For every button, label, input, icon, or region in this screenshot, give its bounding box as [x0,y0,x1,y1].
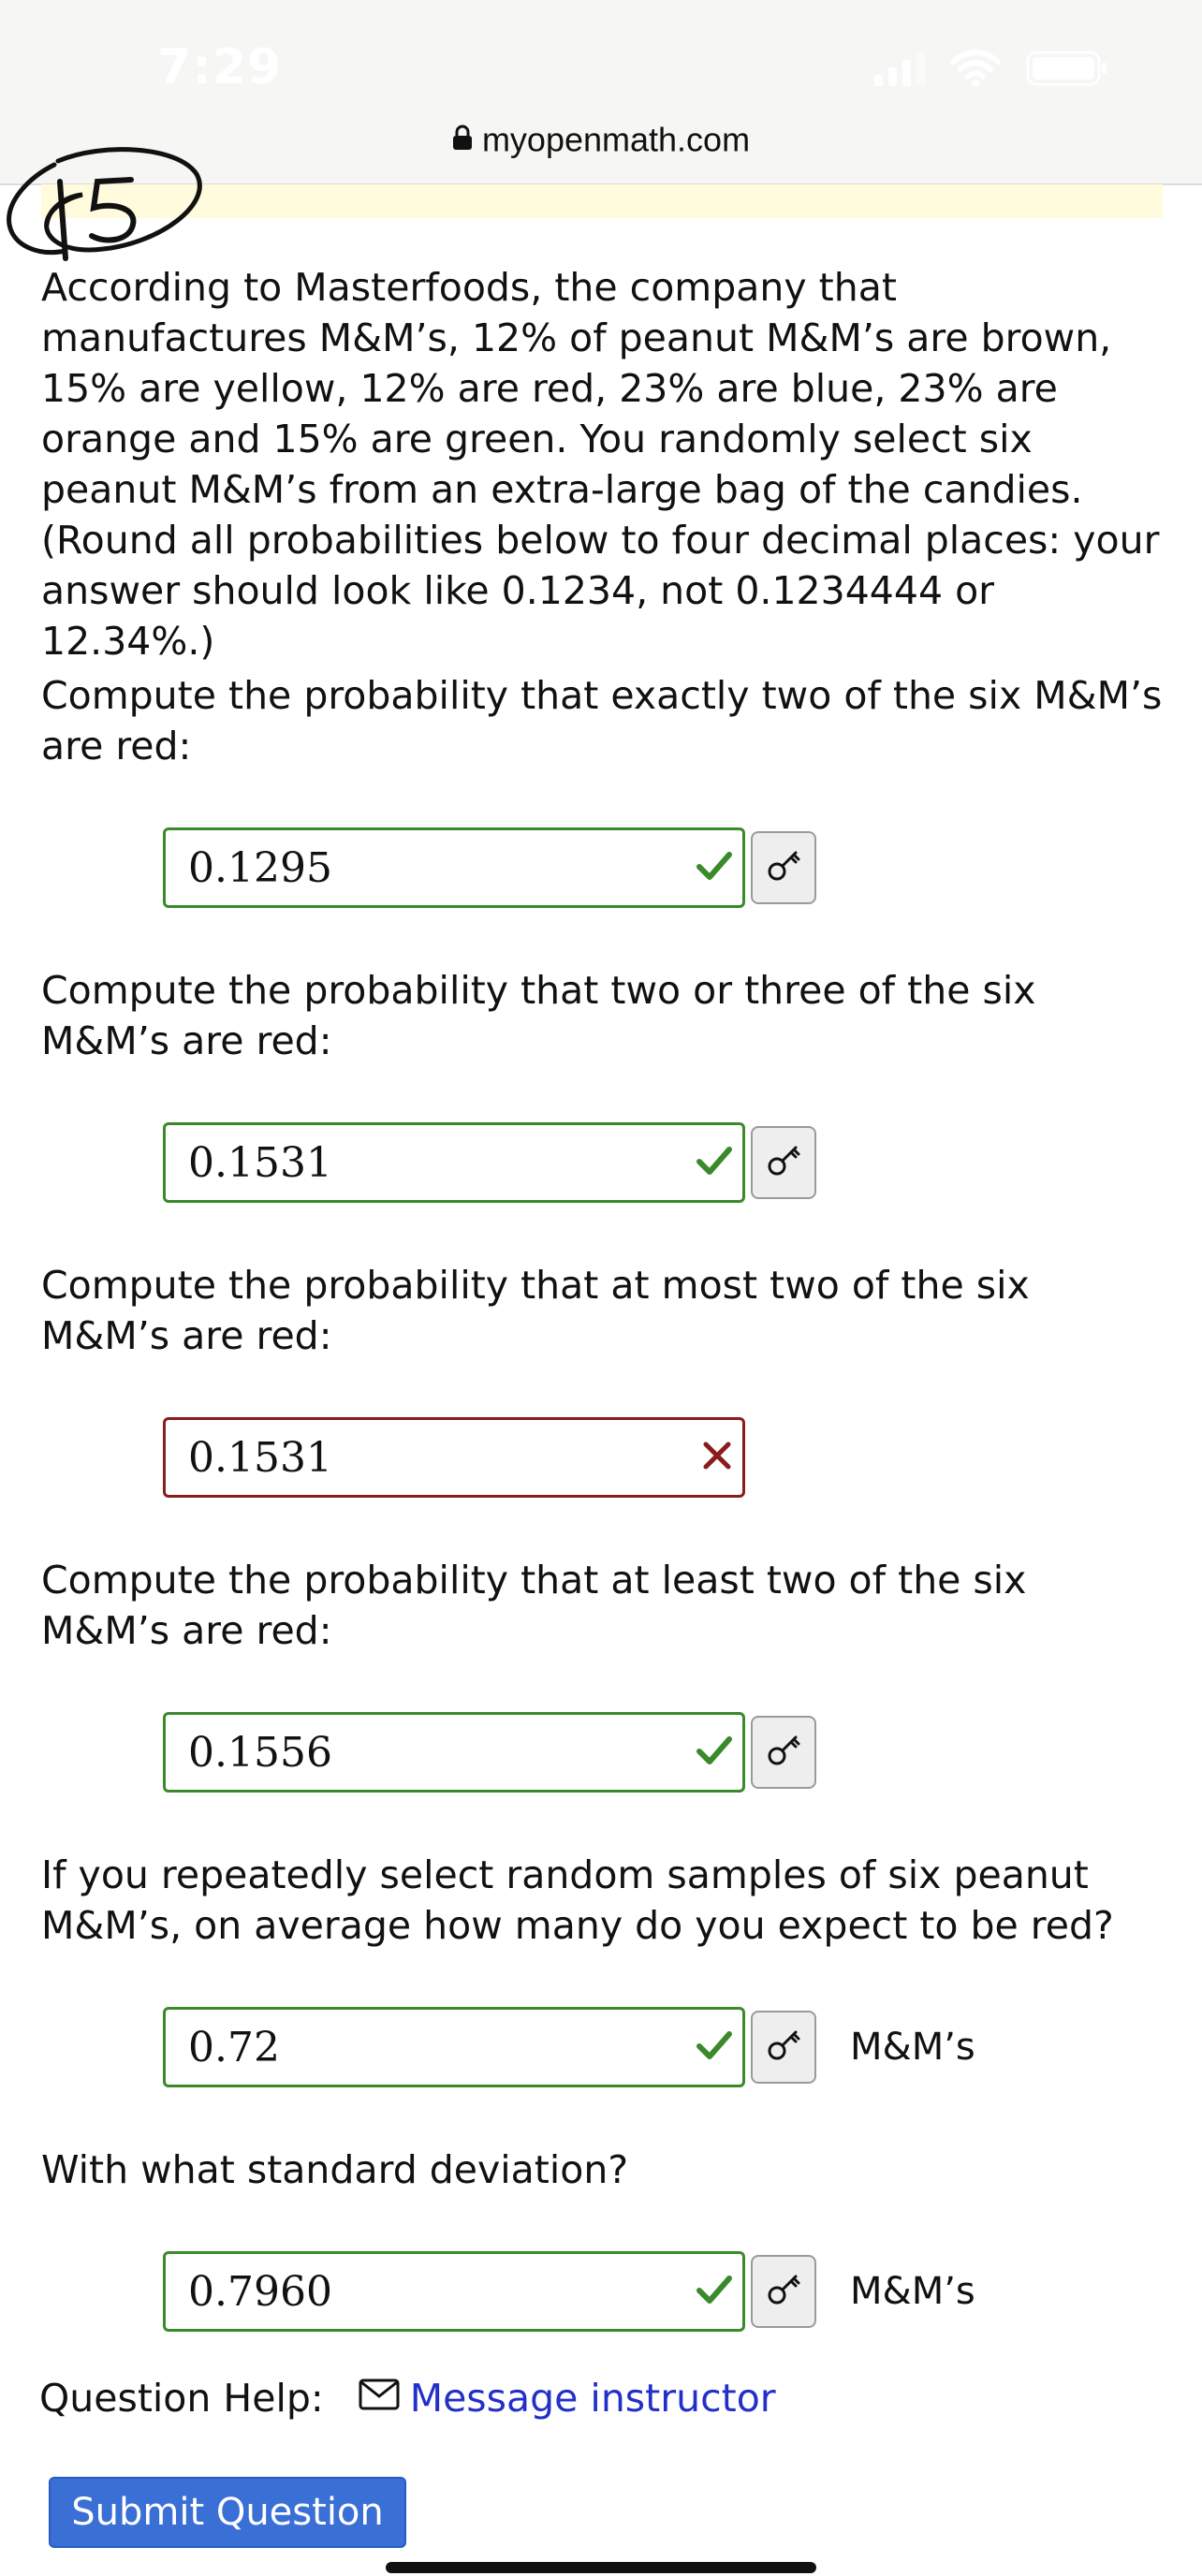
handwritten-annotation [0,127,215,271]
message-instructor-link[interactable]: Message instructor [410,2376,776,2421]
question-prompt: Compute the probability that exactly two… [41,673,1163,768]
show-answer-key-button[interactable] [751,831,816,904]
problem-intro: According to Masterfoods, the company th… [41,262,1165,666]
show-answer-key-button[interactable] [751,2011,816,2084]
answer-input[interactable]: 0.1295 [163,827,745,908]
answer-row: 0.1531 [163,1417,745,1498]
question-prompt: Compute the probability that at most two… [41,1263,1030,1358]
question-prompt: Compute the probability that at least tw… [41,1558,1027,1653]
check-icon [696,850,733,886]
check-icon [696,1145,733,1180]
url-text: myopenmath.com [481,120,751,159]
answer-row: 0.7960 M&M’s [163,2251,975,2332]
answer-input[interactable]: 0.1531 [163,1417,745,1498]
question-prompt: Compute the probability that two or thre… [41,968,1036,1063]
question-prompt: If you repeatedly select random samples … [41,1852,1114,1948]
check-icon [696,1734,733,1770]
check-icon [696,2274,733,2309]
answer-input[interactable]: 0.1531 [163,1122,745,1203]
lock-icon [452,120,473,159]
key-icon [765,2271,802,2312]
key-icon [765,1732,802,1773]
unit-label: M&M’s [850,2270,975,2313]
envelope-icon [358,2376,401,2421]
signal-icon [874,51,925,86]
answer-value: 0.72 [188,2023,280,2071]
answer-input[interactable]: 0.7960 [163,2251,745,2332]
help-label: Question Help: [39,2376,324,2421]
key-icon [765,847,802,888]
submit-question-button[interactable]: Submit Question [49,2477,406,2548]
answer-value: 0.1556 [188,1728,332,1777]
wifi-icon [949,49,1002,88]
check-icon [696,2029,733,2065]
answer-input[interactable]: 0.72 [163,2007,745,2087]
show-answer-key-button[interactable] [751,2255,816,2328]
answer-row: 0.1531 [163,1122,816,1203]
key-icon [765,1142,802,1183]
answer-row: 0.72 M&M’s [163,2007,975,2087]
status-time: 7:29 [157,39,283,95]
answer-value: 0.1531 [188,1138,332,1187]
problem-text: According to Masterfoods, the company th… [41,265,1160,664]
home-indicator [386,2562,816,2573]
answer-input[interactable]: 0.1556 [163,1712,745,1793]
answer-value: 0.7960 [188,2267,332,2316]
show-answer-key-button[interactable] [751,1716,816,1789]
answer-value: 0.1531 [188,1433,332,1482]
question-prompt: With what standard deviation? [41,2147,629,2192]
answer-row: 0.1556 [163,1712,816,1793]
question-help: Question Help: Message instructor [39,2376,776,2421]
unit-label: M&M’s [850,2026,975,2069]
x-icon [701,1440,733,1475]
key-icon [765,2027,802,2068]
status-icons [874,49,1108,88]
battery-icon [1026,49,1108,88]
answer-value: 0.1295 [188,843,332,892]
answer-row: 0.1295 [163,827,816,908]
show-answer-key-button[interactable] [751,1126,816,1199]
